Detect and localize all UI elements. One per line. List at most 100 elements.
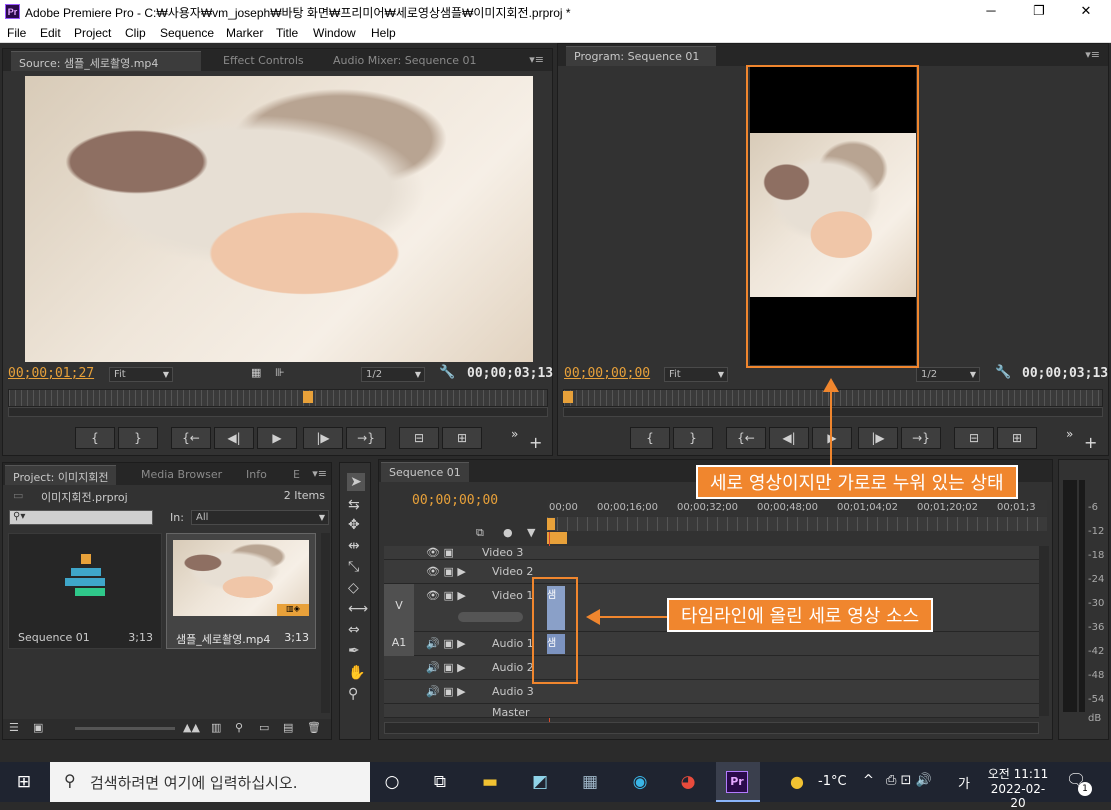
menu-title[interactable]: Title [276,26,298,40]
speaker-icon[interactable]: 🔊 ▣ ▶ [426,661,466,674]
tab-source[interactable]: Source: 샘플_세로촬영.mp4 [11,51,201,71]
file-explorer-icon[interactable]: ▬ [476,768,504,796]
tab-sequence-01[interactable]: Sequence 01 [381,462,469,482]
add-button-icon[interactable]: + [529,433,542,452]
ime-indicator[interactable]: 가 [958,773,970,792]
edge-browser-icon[interactable]: ◉ [626,768,654,796]
close-button[interactable]: ✕ [1063,0,1109,23]
filmstrip-icon[interactable]: ▦ [251,366,261,379]
tab-program[interactable]: Program: Sequence 01 [566,46,716,66]
tab-project[interactable]: Project: 이미지회전 [5,465,117,485]
project-scrollbar[interactable] [321,533,330,713]
timeline-horizontal-scrollbar[interactable] [384,722,1039,734]
track-target-a1[interactable]: A1 [384,632,414,656]
tray-status-icons[interactable]: ⎙ ⊡ 🔊 [886,773,932,788]
list-view-icon[interactable]: ☰ [9,721,19,734]
timeline-playhead[interactable] [547,518,555,530]
overwrite-button[interactable]: ⊞ [442,427,482,449]
track-master[interactable]: Master [384,704,1039,718]
tab-effects[interactable]: E [285,465,308,485]
new-item-icon[interactable]: ▤ [283,721,293,734]
notes-app-icon[interactable]: ◩ [526,768,554,796]
track-video-3[interactable]: 👁 ▣ Video 3 [384,546,1039,560]
program-panel-menu-icon[interactable]: ▾≡ [1085,48,1100,61]
find-icon[interactable]: ▥ [211,721,221,734]
weather-icon[interactable]: ● [790,772,804,791]
mark-in-button[interactable]: { [75,427,115,449]
program-wrench-icon[interactable]: 🔧 [995,365,1011,380]
mark-out-button[interactable]: } [118,427,158,449]
timeline-timecode[interactable]: 00;00;00;00 [412,493,498,508]
snap-icon[interactable]: ⧉ [476,526,484,540]
track-audio-3[interactable]: 🔊 ▣ ▶ Audio 3 [384,680,1039,704]
maximize-button[interactable]: ❐ [1016,0,1062,23]
source-resolution-dropdown[interactable]: 1/2 [361,367,425,382]
program-playhead[interactable] [563,391,573,403]
pen-tool-icon[interactable]: ✒ [348,643,360,659]
source-timecode-in[interactable]: 00;00;01;27 [8,366,94,381]
work-area-bar[interactable] [547,532,567,544]
menu-clip[interactable]: Clip [125,26,146,40]
calculator-icon[interactable]: ▦ [576,768,604,796]
minimize-button[interactable]: ─ [968,0,1014,23]
in-filter-dropdown[interactable]: All [191,510,329,525]
menu-file[interactable]: File [7,26,26,40]
slip-tool-icon[interactable]: ⟷ [348,601,368,617]
program-fit-dropdown[interactable]: Fit [664,367,728,382]
zoom-tool-icon[interactable]: ⚲ [348,686,358,702]
new-bin-icon[interactable]: ▭ [259,721,269,734]
keyframe-slider[interactable] [458,612,523,622]
ripple-edit-tool-icon[interactable]: ✥ [348,517,360,533]
selection-tool-icon[interactable]: ➤ [347,473,365,491]
trash-icon[interactable]: 🗑 [307,721,321,734]
timeline-vertical-scrollbar[interactable] [1039,546,1049,716]
extract-button[interactable]: ⊞ [997,427,1037,449]
lift-button[interactable]: ⊟ [954,427,994,449]
eye-icon[interactable]: 👁 ▣ ▶ [426,589,466,602]
chrome-browser-icon[interactable]: ◕ [674,768,702,796]
track-video-2[interactable]: 👁 ▣ ▶ Video 2 [384,560,1039,584]
eye-icon[interactable]: 👁 ▣ [426,546,454,559]
sequence-thumbnail[interactable]: Sequence 01 3;13 [8,533,162,649]
slide-tool-icon[interactable]: ⇔ [348,622,360,638]
program-timecode-in[interactable]: 00;00;00;00 [564,366,650,381]
rolling-edit-tool-icon[interactable]: ⇹ [348,538,360,554]
speaker-icon[interactable]: 🔊 ▣ ▶ [426,685,466,698]
panel-menu-icon[interactable]: ▾≡ [529,53,544,66]
audio-waveform-icon[interactable]: ⊪ [275,366,285,379]
program-step-back-button[interactable]: ◀| [769,427,809,449]
program-go-to-in-button[interactable]: {← [726,427,766,449]
tab-effect-controls[interactable]: Effect Controls [215,51,312,71]
go-to-in-button[interactable]: {← [171,427,211,449]
button-editor-icon[interactable]: » [511,427,518,441]
source-fit-dropdown[interactable]: Fit [109,367,173,382]
insert-button[interactable]: ⊟ [399,427,439,449]
tab-audio-mixer[interactable]: Audio Mixer: Sequence 01 [325,51,485,71]
hand-tool-icon[interactable]: ✋ [348,665,365,681]
tab-media-browser[interactable]: Media Browser [133,465,230,485]
clip-thumbnail[interactable]: ▥◈ 샘플_세로촬영.mp4 3;13 [166,533,316,649]
tab-info[interactable]: Info [238,465,275,485]
windows-start-icon[interactable]: ⊞ [10,768,38,796]
taskbar-search-box[interactable]: ⚲ 검색하려면 여기에 입력하십시오. [50,762,370,802]
eye-icon[interactable]: 👁 ▣ ▶ [426,565,466,578]
program-button-editor-icon[interactable]: » [1066,427,1073,441]
project-search-input[interactable]: ⚲▾ [9,510,153,525]
menu-sequence[interactable]: Sequence [160,26,214,40]
program-mark-out-button[interactable]: } [673,427,713,449]
razor-tool-icon[interactable]: ◇ [348,580,359,596]
rate-stretch-tool-icon[interactable]: ⤡ [348,559,359,575]
program-step-forward-button[interactable]: |▶ [858,427,898,449]
menu-marker[interactable]: Marker [226,26,263,40]
menu-edit[interactable]: Edit [40,26,61,40]
source-playhead[interactable] [303,391,313,403]
program-go-to-out-button[interactable]: →} [901,427,941,449]
premiere-taskbar-button[interactable]: Pr [716,762,760,802]
menu-help[interactable]: Help [371,26,396,40]
program-zoom-bar[interactable] [563,407,1103,417]
play-button[interactable]: ▶ [257,427,297,449]
marker-icon[interactable]: ● [503,526,513,539]
step-forward-button[interactable]: |▶ [303,427,343,449]
task-view-icon[interactable]: ⧉ [426,768,454,796]
clock[interactable]: 오전 11:11 2022-02-20 [986,765,1050,810]
